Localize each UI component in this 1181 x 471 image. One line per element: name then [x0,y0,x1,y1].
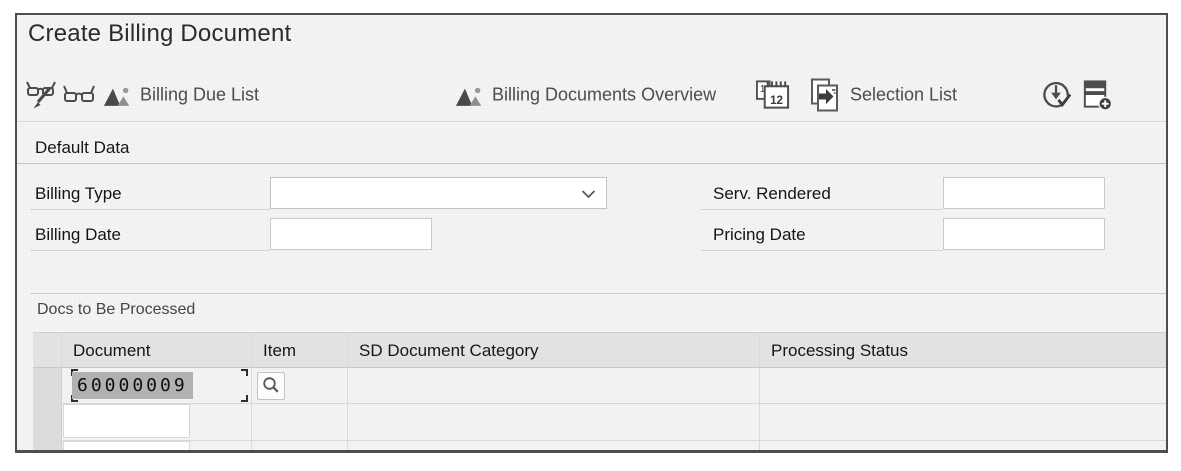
toolbar-button-display[interactable] [63,82,95,108]
document-input[interactable] [63,441,190,450]
toolbar-button-label: Billing Due List [140,84,260,105]
toolbar-button-collective-billing[interactable] [1040,79,1073,112]
serv-rendered-input[interactable] [943,177,1105,209]
docs-section-title: Docs to Be Processed [37,301,196,318]
row-selector-header[interactable] [33,333,62,367]
toolbar-button-billing-documents-overview[interactable]: Billing Documents Overview [455,82,716,109]
focused-cell-frame: 60000009 [71,369,248,402]
sap-create-billing-document-window: Create Billing Document Billing Due List… [15,13,1168,453]
column-header-processing-status[interactable]: Processing Status [760,333,1166,367]
pricing-date-label: Pricing Date [713,225,806,244]
item-cell [252,441,348,450]
billing-date-label: Billing Date [35,225,121,244]
analysis-icon [455,87,482,106]
sd-document-category-cell [348,368,760,403]
column-header-item[interactable]: Item [252,333,348,367]
screenshot-page: Create Billing Document Billing Due List… [0,0,1181,471]
table-row: 60000009 [33,368,1166,404]
billing-type-label: Billing Type [35,184,122,203]
row-underline [701,250,943,251]
billing-date-input[interactable] [270,218,432,250]
pricing-date-input[interactable] [943,218,1105,250]
processing-status-cell [760,441,1166,450]
docs-table: Document Item SD Document Category Proce… [33,332,1166,450]
list-add-icon [1083,80,1113,111]
document-cell [62,404,252,440]
item-cell [252,404,348,440]
billing-calendar-icon: 1 12 [755,80,790,109]
default-data-section-title: Default Data [35,138,130,157]
column-header-sd-document-category[interactable]: SD Document Category [348,333,760,367]
search-icon [263,377,279,393]
circle-arrow-check-icon [1043,81,1072,108]
row-selector-cell[interactable] [33,368,62,403]
row-underline [30,209,270,210]
row-underline [701,209,943,210]
document-cell [62,441,252,450]
analysis-icon [103,87,130,106]
serv-rendered-label: Serv. Rendered [713,184,831,203]
application-toolbar: Billing Due List Billing Documents Overv… [17,71,1166,119]
sd-document-category-cell [348,404,760,440]
document-cell[interactable]: 60000009 [62,368,252,403]
table-row-clipped [33,441,1166,450]
docs-section-divider [30,293,1166,294]
document-arrow-icon [811,78,838,112]
row-selector-cell[interactable] [33,404,62,440]
row-underline [30,250,270,251]
default-data-divider [17,163,1166,164]
item-cell [252,368,348,403]
toolbar-button-display-change[interactable] [25,79,59,111]
page-title: Create Billing Document [28,20,292,47]
table-row [33,404,1166,441]
item-search-button[interactable] [257,372,285,400]
toolbar-button-billing-due-list[interactable]: Billing Due List [103,82,259,109]
glasses-pencil-icon [26,81,56,109]
glasses-icon [63,85,95,102]
billing-type-dropdown[interactable] [270,177,607,209]
svg-text:12: 12 [770,94,783,107]
toolbar-divider [17,121,1166,122]
column-header-document[interactable]: Document [62,333,252,367]
toolbar-button-create-list[interactable] [1080,79,1113,112]
docs-table-header-row: Document Item SD Document Category Proce… [33,332,1166,368]
toolbar-button-selection-list[interactable]: Selection List [808,78,957,113]
processing-status-cell [760,404,1166,440]
row-selector-cell [33,441,62,450]
sd-document-category-cell [348,441,760,450]
processing-status-cell [760,368,1166,403]
document-number-value[interactable]: 60000009 [72,372,193,399]
chevron-down-icon [581,190,596,199]
toolbar-button-billing-due-date[interactable]: 1 12 [755,78,791,113]
toolbar-button-label: Billing Documents Overview [492,84,717,105]
document-input[interactable] [63,404,190,438]
toolbar-button-label: Selection List [850,84,958,105]
